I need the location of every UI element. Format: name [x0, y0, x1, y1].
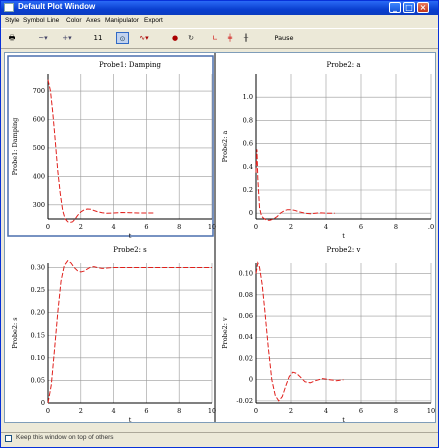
x-tick-label: 6 [359, 223, 363, 231]
app-icon [4, 3, 14, 12]
plot-window: Default Plot Window _ □ × Style Symbol L… [0, 0, 439, 448]
y-tick-label: 0 [249, 209, 253, 217]
y-tick-label: 0 [249, 376, 253, 384]
keep-on-top-label: Keep this window on top of others [16, 434, 114, 441]
x-tick-label: 4 [324, 223, 328, 231]
x-tick-label: 2 [289, 223, 293, 231]
line-style-dropdown[interactable]: ~▾ [31, 32, 55, 44]
x-tick-label: 4 [324, 407, 328, 415]
chart-title: Probe1: Damping [99, 61, 162, 69]
menu-manipulator[interactable]: Manipulator [105, 17, 139, 24]
refresh-icon[interactable]: ↻ [185, 32, 197, 44]
print-icon[interactable]: 🖶 [6, 32, 18, 44]
x-tick-label: 0 [254, 223, 258, 231]
y-axis-label: Probe2: a [221, 131, 229, 163]
keep-on-top-checkbox[interactable] [5, 435, 12, 442]
toolbar: 🖶 ~▾ +▾ 11 ⊙ ∿▾ ● ↻ ∟ ╪ ╫ Pause [1, 28, 438, 49]
close-button[interactable]: × [417, 2, 429, 13]
grid-icon[interactable]: ╪ [224, 32, 236, 44]
x-tick-label: 0 [46, 407, 50, 415]
y-tick-label: 700 [33, 87, 45, 95]
menu-style[interactable]: Style [5, 17, 19, 24]
y-tick-label: 300 [33, 201, 45, 209]
title-bar[interactable]: Default Plot Window _ □ × [1, 1, 438, 15]
y-tick-label: 0.6 [243, 140, 253, 148]
y-tick-label: 0.15 [31, 331, 45, 339]
menu-axes[interactable]: Axes [86, 17, 100, 24]
x-tick-label: .0 [428, 223, 434, 231]
x-tick-label: 6 [144, 223, 148, 231]
y-tick-label: 1.0 [243, 93, 253, 101]
y-tick-label: 400 [33, 172, 45, 180]
x-tick-label: 10 [208, 223, 216, 231]
curve-style-dropdown[interactable]: ∿▾ [132, 32, 156, 44]
data-series-line [47, 79, 155, 223]
menu-symbol[interactable]: Symbol [23, 17, 45, 24]
menu-export[interactable]: Export [144, 17, 163, 24]
y-tick-label: 0.08 [239, 291, 253, 299]
x-axis-label: t [342, 416, 345, 422]
y-tick-label: 0.30 [31, 264, 45, 272]
y-tick-label: 500 [33, 144, 45, 152]
columns-icon[interactable]: ╫ [239, 32, 253, 44]
window-title: Default Plot Window [18, 2, 96, 11]
x-axis-label: t [129, 232, 132, 240]
x-tick-label: 2 [79, 407, 83, 415]
y-tick-label: 0.06 [239, 312, 253, 320]
x-tick-label: 2 [289, 407, 293, 415]
menu-color[interactable]: Color [66, 17, 82, 24]
y-axis-label: Probe1: Damping [11, 118, 19, 176]
y-tick-label: 600 [33, 115, 45, 123]
y-tick-label: -0.02 [236, 397, 253, 405]
crosshair-icon[interactable]: ⊙ [116, 32, 129, 44]
zoom-icon[interactable]: ● [169, 32, 181, 44]
maximize-button[interactable]: □ [403, 2, 415, 13]
x-tick-label: 10 [427, 407, 435, 415]
chart-title: Probe2: v [327, 246, 361, 254]
number-button[interactable]: 11 [92, 32, 104, 44]
x-tick-label: 8 [394, 407, 398, 415]
y-tick-label: 0.2 [243, 186, 253, 194]
x-tick-label: 6 [359, 407, 363, 415]
y-tick-label: 0.02 [239, 354, 253, 362]
data-series-line [255, 261, 344, 402]
plot-area: Probe1: Damping 0 2 4 6 8 10 300 400 500 600 700 t Pr… [4, 52, 436, 424]
data-series-line [47, 260, 212, 404]
x-axis-label: t [129, 416, 132, 422]
data-series-line [255, 149, 335, 221]
y-tick-label: 0 [41, 399, 45, 407]
axis-icon[interactable]: ∟ [209, 32, 221, 44]
y-axis-label: Probe2: v [221, 317, 229, 349]
x-tick-label: 2 [79, 223, 83, 231]
y-tick-label: 0.8 [243, 116, 253, 124]
y-tick-label: 0.10 [239, 270, 253, 278]
x-tick-label: 8 [177, 407, 181, 415]
x-tick-label: 4 [112, 223, 116, 231]
y-tick-label: 0.25 [31, 286, 45, 294]
chart-title: Probe2: a [326, 61, 360, 69]
x-tick-label: 8 [394, 223, 398, 231]
x-tick-label: 6 [144, 407, 148, 415]
plots-canvas: Probe1: Damping0 2 4 6 8 10300400500600700tPr… [7, 53, 435, 424]
y-tick-label: 0.05 [31, 376, 45, 384]
symbol-dropdown[interactable]: +▾ [57, 32, 77, 44]
x-tick-label: 10 [208, 407, 216, 415]
chart-title: Probe2: s [113, 246, 147, 254]
x-tick-label: 4 [112, 407, 116, 415]
y-axis-label: Probe2: s [11, 317, 19, 348]
y-tick-label: 0.10 [31, 354, 45, 362]
x-tick-label: 8 [177, 223, 181, 231]
y-tick-label: 0.4 [243, 163, 253, 171]
menu-bar: Style Symbol Line Color Axes Manipulator… [1, 16, 438, 26]
x-axis-label: t [342, 232, 345, 240]
status-bar: Keep this window on top of others [1, 432, 438, 445]
x-tick-label: 0 [46, 223, 50, 231]
y-tick-label: 0.20 [31, 309, 45, 317]
pause-button[interactable]: Pause [271, 32, 297, 44]
menu-line[interactable]: Line [47, 17, 59, 24]
y-tick-label: 0.04 [239, 333, 253, 341]
x-tick-label: 0 [254, 407, 258, 415]
minimize-button[interactable]: _ [389, 2, 401, 13]
